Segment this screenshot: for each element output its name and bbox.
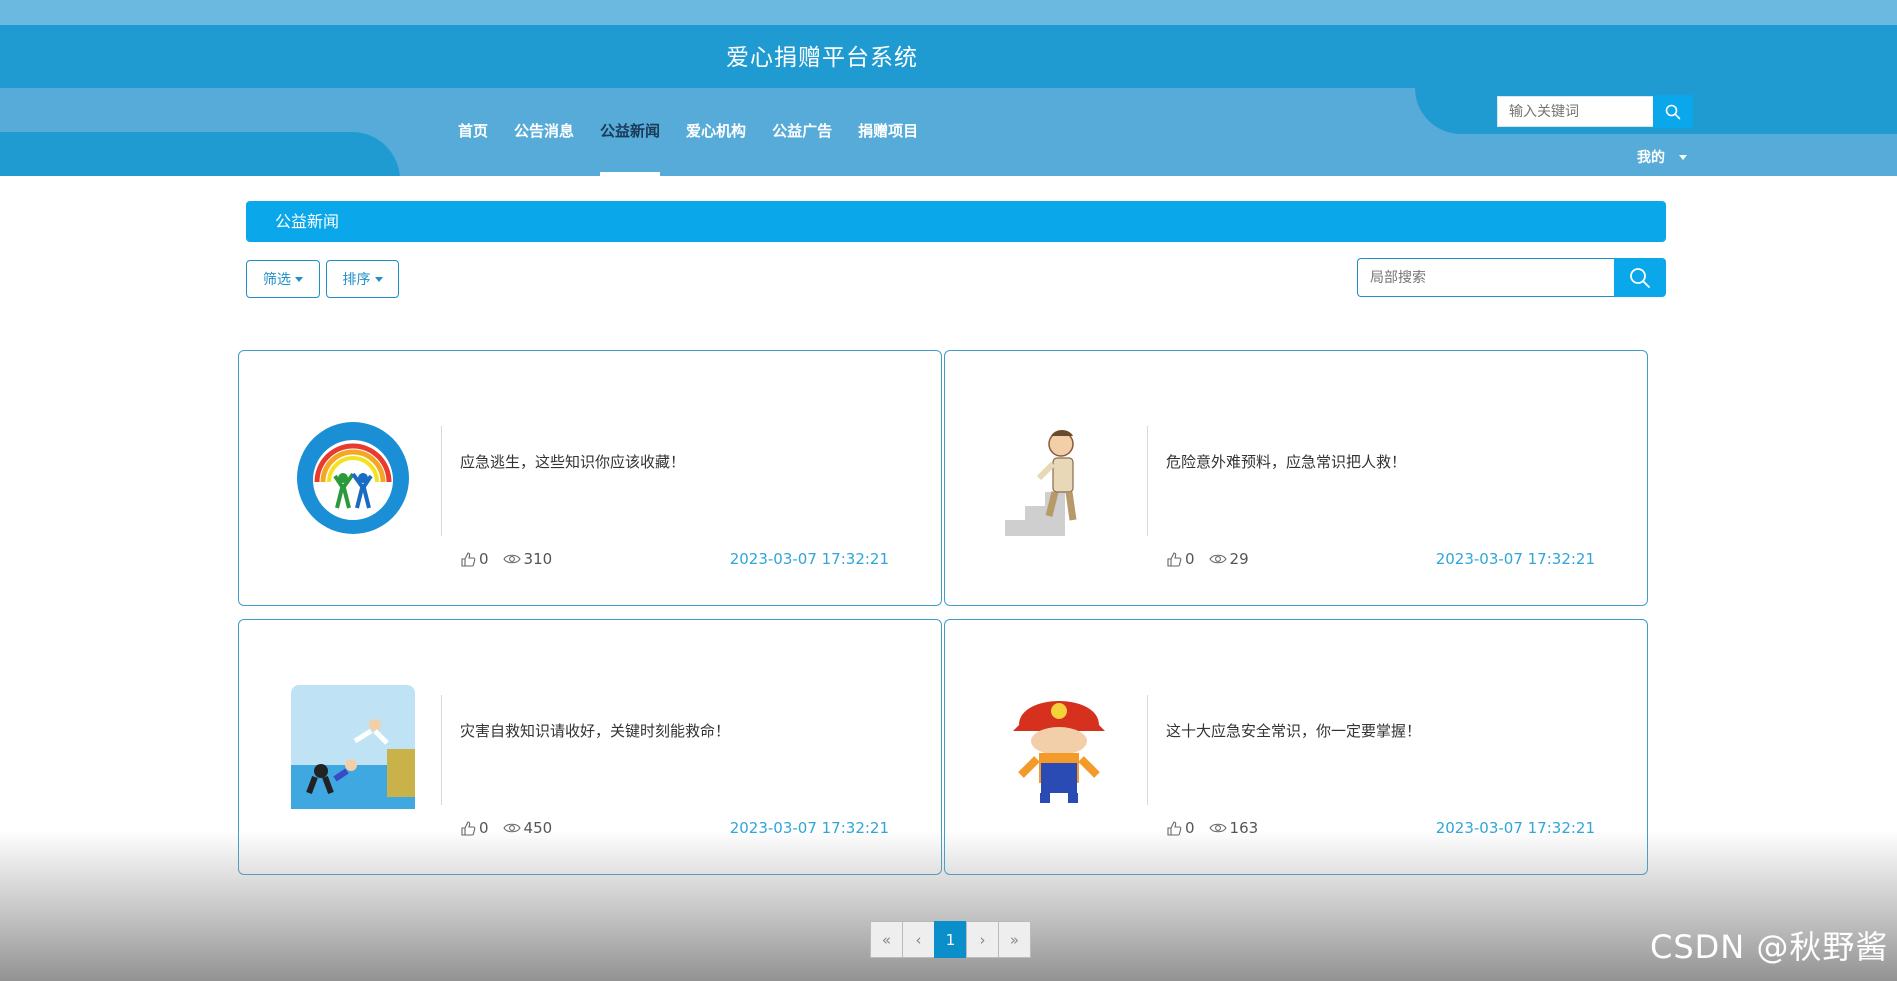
like-count: 0 xyxy=(1185,550,1195,568)
header: 爱心捐赠平台系统 首页 公告消息 公益新闻 爱心机构 公益广告 捐赠项目 我的 xyxy=(0,0,1897,176)
site-title: 爱心捐赠平台系统 xyxy=(726,45,918,71)
user-menu[interactable]: 我的 xyxy=(1637,147,1687,167)
sort-label: 排序 xyxy=(342,272,371,288)
nav-item-charity-orgs[interactable]: 爱心机构 xyxy=(686,120,746,176)
view-count: 163 xyxy=(1229,819,1259,837)
news-card-date: 2023-03-07 17:32:21 xyxy=(1435,819,1595,837)
header-decor-left xyxy=(0,132,400,176)
view-count: 310 xyxy=(523,550,553,568)
like-count: 0 xyxy=(479,550,489,568)
helmet-worker-image xyxy=(997,685,1121,809)
caret-down-icon xyxy=(295,276,303,282)
filter-button[interactable]: 筛选 xyxy=(246,260,320,298)
caret-down-icon xyxy=(374,276,383,282)
news-card-title[interactable]: 灾害自救知识请收好，关键时刻能救命！ xyxy=(460,720,730,741)
header-search-button[interactable] xyxy=(1653,95,1693,128)
pagination-page-1[interactable]: 1 xyxy=(934,921,967,958)
eye-icon xyxy=(502,554,521,564)
nav-item-charity-news[interactable]: 公益新闻 xyxy=(600,120,661,176)
news-card-date: 2023-03-07 17:32:21 xyxy=(1435,550,1595,568)
eye-icon xyxy=(1208,554,1227,564)
news-card-title[interactable]: 应急逃生，这些知识你应该收藏！ xyxy=(460,451,685,472)
nav-item-charity-ads[interactable]: 公益广告 xyxy=(772,120,832,176)
card-divider xyxy=(1147,695,1148,805)
news-card[interactable]: 危险意外难预料，应急常识把人救！ 0 29 2023-03-07 17:32:2… xyxy=(944,350,1648,606)
sort-button[interactable]: 排序 xyxy=(326,260,399,298)
man-on-stairs-image xyxy=(995,416,1119,540)
card-divider xyxy=(441,426,442,536)
view-count: 29 xyxy=(1229,550,1249,568)
caret-down-icon xyxy=(1679,154,1687,160)
local-search-input[interactable] xyxy=(1357,258,1615,297)
nav-item-announcements[interactable]: 公告消息 xyxy=(514,120,574,176)
pagination-next[interactable]: › xyxy=(966,921,999,958)
thumbs-up-icon xyxy=(1167,821,1182,836)
nav-item-home[interactable]: 首页 xyxy=(458,120,488,176)
nav-item-donation-projects[interactable]: 捐赠项目 xyxy=(858,120,918,176)
thumbs-up-icon xyxy=(461,552,476,567)
like-count: 0 xyxy=(479,819,489,837)
news-card[interactable]: 灾害自救知识请收好，关键时刻能救命！ 0 450 2023-03-07 17:3… xyxy=(238,619,942,875)
section-title-bar: 公益新闻 xyxy=(246,201,1666,242)
news-card-title[interactable]: 这十大应急安全常识，你一定要掌握！ xyxy=(1166,720,1421,741)
user-menu-label: 我的 xyxy=(1637,150,1665,166)
header-top-strip xyxy=(0,0,1897,25)
card-divider xyxy=(1147,426,1148,536)
section-title: 公益新闻 xyxy=(275,212,340,231)
pagination-last[interactable]: » xyxy=(998,921,1031,958)
thumbs-up-icon xyxy=(1167,552,1182,567)
pagination-prev[interactable]: ‹ xyxy=(902,921,935,958)
eye-icon xyxy=(1208,823,1227,833)
pagination-first[interactable]: « xyxy=(870,921,903,958)
card-divider xyxy=(441,695,442,805)
news-card-stats: 0 163 xyxy=(1166,819,1258,837)
search-icon xyxy=(1665,104,1681,119)
thumbs-up-icon xyxy=(461,821,476,836)
news-card-stats: 0 310 xyxy=(460,550,552,568)
news-card-stats: 0 29 xyxy=(1166,550,1249,568)
filter-label: 筛选 xyxy=(263,272,291,288)
news-card-date: 2023-03-07 17:32:21 xyxy=(729,819,889,837)
view-count: 450 xyxy=(523,819,553,837)
drowning-rescue-image xyxy=(291,685,415,809)
pagination: « ‹ 1 › » xyxy=(870,921,1031,958)
disaster-day-logo-image xyxy=(297,422,409,534)
watermark-text: CSDN @秋野酱 xyxy=(1650,928,1889,966)
news-card[interactable]: 应急逃生，这些知识你应该收藏！ 0 310 2023-03-07 17:32:2… xyxy=(238,350,942,606)
search-icon xyxy=(1630,267,1650,288)
news-card-date: 2023-03-07 17:32:21 xyxy=(729,550,889,568)
news-card[interactable]: 这十大应急安全常识，你一定要掌握！ 0 163 2023-03-07 17:32… xyxy=(944,619,1648,875)
eye-icon xyxy=(502,823,521,833)
news-card-stats: 0 450 xyxy=(460,819,552,837)
local-search-button[interactable] xyxy=(1614,258,1666,297)
like-count: 0 xyxy=(1185,819,1195,837)
main-nav: 首页 公告消息 公益新闻 爱心机构 公益广告 捐赠项目 xyxy=(458,120,944,176)
news-card-title[interactable]: 危险意外难预料，应急常识把人救！ xyxy=(1166,451,1406,472)
